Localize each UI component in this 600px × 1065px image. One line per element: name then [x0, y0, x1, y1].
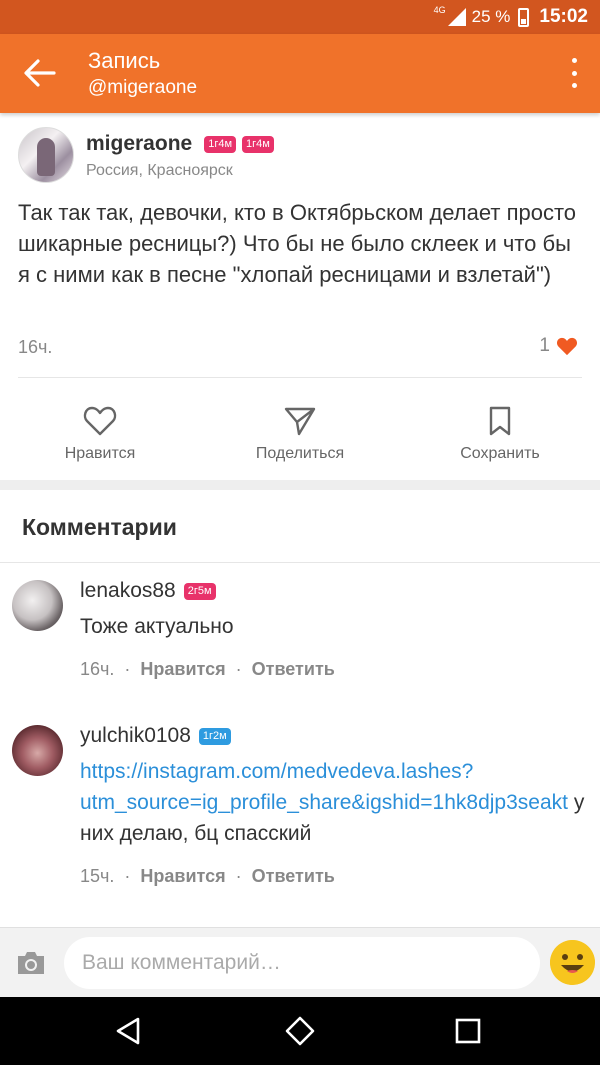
post-time: 16ч.: [18, 337, 53, 357]
post-like-count[interactable]: 1: [539, 335, 578, 357]
clock: 15:02: [539, 6, 588, 27]
separator-dot: ·: [235, 659, 242, 679]
more-options-icon[interactable]: [568, 58, 580, 88]
comment-author-avatar[interactable]: [12, 725, 63, 776]
comment-link[interactable]: https://instagram.com/medvedeva.lashes?u…: [80, 760, 568, 814]
heart-outline-icon: [83, 406, 117, 436]
comment-meta: 16ч. · Нравится · Ответить: [80, 659, 335, 680]
bookmark-icon: [489, 406, 511, 436]
send-icon: [284, 407, 316, 436]
save-button[interactable]: Сохранить: [400, 405, 600, 463]
divider: [18, 377, 582, 378]
post-location: Россия, Красноярск: [86, 162, 233, 179]
comment-time: 15ч.: [80, 866, 115, 886]
status-bar: 4G 25 % 15:02: [0, 0, 600, 34]
share-button-label: Поделиться: [255, 445, 345, 462]
battery-percent: 25 %: [471, 7, 511, 26]
camera-icon[interactable]: [15, 950, 47, 976]
membership-badge: 1г4м: [204, 135, 237, 153]
membership-badge: 1г2м: [198, 727, 231, 745]
divider: [0, 562, 600, 563]
separator-dot: ·: [124, 659, 131, 679]
separator-dot: ·: [124, 866, 131, 886]
comment-text: Тоже актуально: [80, 615, 234, 638]
membership-badge: 2г5м: [183, 582, 216, 600]
comment-like-button[interactable]: Нравится: [140, 659, 225, 680]
comment-like-button[interactable]: Нравится: [140, 866, 225, 887]
comment-author-row: lenakos88 2г5м: [80, 579, 216, 603]
system-nav-bar: [0, 997, 600, 1065]
comments-heading: Комментарии: [22, 514, 177, 540]
post-author-name[interactable]: migeraone: [86, 132, 192, 156]
comment-meta: 15ч. · Нравится · Ответить: [80, 866, 335, 887]
network-type: 4G: [433, 5, 446, 15]
comment-reply-button[interactable]: Ответить: [252, 659, 335, 680]
comment-author-avatar[interactable]: [12, 580, 63, 631]
screen-subtitle: @migeraone: [88, 77, 198, 98]
back-arrow-icon[interactable]: [22, 58, 56, 88]
post-author-avatar[interactable]: [18, 127, 74, 183]
comment-time: 16ч.: [80, 659, 115, 679]
post-text: Так так так, девочки, кто в Октябрьском …: [18, 200, 577, 287]
comment-text: https://instagram.com/medvedeva.lashes?u…: [80, 756, 590, 849]
screen-title: Запись: [88, 48, 161, 73]
heart-filled-icon: [556, 337, 578, 356]
signal-icon: [447, 8, 466, 26]
comment-author-name[interactable]: yulchik0108: [80, 724, 191, 748]
post-actions: Нравится Поделиться Сохранить: [0, 405, 600, 475]
comment-input[interactable]: [64, 937, 540, 989]
emoji-icon[interactable]: [550, 940, 595, 985]
comment-input-bar: [0, 927, 600, 997]
post-author-row: migeraone 1г4м 1г4м: [86, 132, 274, 156]
like-count: 1: [539, 335, 550, 356]
like-button[interactable]: Нравится: [0, 405, 200, 463]
save-button-label: Сохранить: [460, 445, 540, 462]
app-bar: Запись @migeraone: [0, 34, 600, 113]
separator-dot: ·: [235, 866, 242, 886]
nav-back-icon[interactable]: [112, 1015, 144, 1047]
comment-reply-button[interactable]: Ответить: [252, 866, 335, 887]
comment-author-name[interactable]: lenakos88: [80, 579, 176, 603]
nav-recents-icon[interactable]: [452, 1015, 484, 1047]
section-separator: [0, 480, 600, 490]
comment-author-row: yulchik0108 1г2м: [80, 724, 231, 748]
like-button-label: Нравится: [64, 445, 136, 462]
battery-icon: [518, 7, 530, 27]
share-button[interactable]: Поделиться: [200, 405, 400, 463]
membership-badge: 1г4м: [242, 135, 274, 153]
nav-home-icon[interactable]: [284, 1015, 316, 1047]
